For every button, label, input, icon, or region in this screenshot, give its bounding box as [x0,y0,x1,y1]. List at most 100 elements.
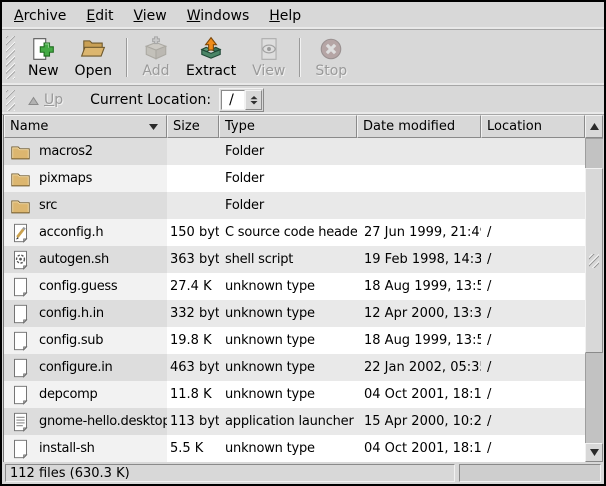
combo-dropdown-button[interactable] [245,90,262,110]
archive-manager-window: Archive Edit View Windows Help New Open … [0,0,606,486]
file-size: 463 bytes [167,354,219,381]
file-location [481,192,585,219]
file-size [167,165,219,192]
stop-button: Stop [307,32,355,83]
menu-item-archive[interactable]: Archive [4,5,76,27]
up-button-label: Up [44,92,63,108]
status-progress-area [459,464,601,482]
file-date-modified: 04 Oct 2001, 18:12 [357,435,481,462]
location-combo-entry[interactable]: / [221,90,245,110]
view-button-label: View [252,63,285,79]
file-size [167,192,219,219]
new-button[interactable]: New [20,32,67,83]
file-type: Folder [219,138,357,165]
file-size: 332 bytes [167,300,219,327]
new-button-label: New [28,63,59,79]
file-location [481,138,585,165]
table-row[interactable]: config.sub 19.8 K unknown type 18 Aug 19… [4,327,585,354]
file-date-modified [357,138,481,165]
file-type: shell script [219,246,357,273]
file-location: / [481,354,585,381]
table-row[interactable]: config.guess 27.4 K unknown type 18 Aug … [4,273,585,300]
file-list: macros2 Folder pixmaps Folder src Folder… [4,138,585,462]
file-location: / [481,408,585,435]
file-date-modified [357,192,481,219]
file-location: / [481,246,585,273]
stop-button-label: Stop [315,63,347,79]
column-header-name[interactable]: Name [4,115,167,138]
file-location: / [481,381,585,408]
table-row[interactable]: macros2 Folder [4,138,585,165]
up-arrow-icon [27,95,40,106]
file-location: / [481,435,585,462]
scroll-up-button[interactable] [585,115,603,138]
file-date-modified: 19 Feb 1998, 14:31 [357,246,481,273]
column-header-type-label: Type [225,119,255,134]
open-button[interactable]: Open [67,32,120,83]
table-row[interactable]: pixmaps Folder [4,165,585,192]
table-header: Name Size Type Date modified Location [4,115,585,138]
scrollbar-trough[interactable] [585,138,603,443]
current-location-label: Current Location: [90,92,211,108]
location-bar: Up Current Location: / [2,86,604,115]
menu-item-view[interactable]: View [124,5,177,27]
extract-button[interactable]: Extract [178,32,244,83]
table-row[interactable]: config.h.in 332 bytes unknown type 12 Ap… [4,300,585,327]
file-icon [9,141,32,163]
table-row[interactable]: configure.in 463 bytes unknown type 22 J… [4,354,585,381]
file-name: macros2 [39,144,93,159]
location-bar-grip[interactable] [6,90,15,111]
menu-item-windows[interactable]: Windows [177,5,260,27]
file-icon [9,357,32,379]
file-type: unknown type [219,273,357,300]
scrollbar-thumb[interactable] [585,168,603,353]
vertical-scrollbar [585,115,603,462]
file-name: install-sh [39,441,95,456]
scroll-down-button[interactable] [585,443,603,462]
file-date-modified [357,165,481,192]
add-package-icon [143,36,169,62]
file-size: 150 bytes [167,219,219,246]
column-header-location[interactable]: Location [481,115,585,138]
file-date-modified: 27 Jun 1999, 21:49 [357,219,481,246]
file-icon [9,168,32,190]
column-header-date-modified[interactable]: Date modified [357,115,481,138]
file-size: 11.8 K [167,381,219,408]
status-message: 112 files (630.3 K) [5,464,455,482]
extract-box-icon [198,36,224,62]
file-location: / [481,219,585,246]
table-row[interactable]: autogen.sh 363 bytes shell script 19 Feb… [4,246,585,273]
toolbar: New Open Add Extract View Stop [2,30,604,86]
file-icon [9,249,32,271]
table-row[interactable]: acconfig.h 150 bytes C source code heade… [4,219,585,246]
file-size: 27.4 K [167,273,219,300]
file-name: acconfig.h [39,225,103,240]
combo-arrow-icon [250,96,258,105]
column-header-size[interactable]: Size [167,115,219,138]
file-name: pixmaps [39,171,92,186]
sort-indicator-icon [149,124,158,130]
file-list-area: Name Size Type Date modified Location [3,115,603,462]
extract-button-label: Extract [186,63,236,79]
file-icon [9,303,32,325]
file-icon [9,276,32,298]
file-date-modified: 04 Oct 2001, 18:12 [357,381,481,408]
table-row[interactable]: install-sh 5.5 K unknown type 04 Oct 200… [4,435,585,462]
file-icon [9,384,32,406]
scroll-up-arrow-icon [590,123,599,130]
column-header-type[interactable]: Type [219,115,357,138]
menu-item-edit[interactable]: Edit [76,5,123,27]
file-type: unknown type [219,354,357,381]
toolbar-grip[interactable] [6,36,15,79]
file-name: autogen.sh [39,252,109,267]
file-location: / [481,300,585,327]
menu-item-help[interactable]: Help [259,5,311,27]
file-type: Folder [219,165,357,192]
location-combo: / [219,88,264,112]
table-row[interactable]: src Folder [4,192,585,219]
file-name: config.h.in [39,306,104,321]
column-header-location-label: Location [487,119,542,134]
table-row[interactable]: depcomp 11.8 K unknown type 04 Oct 2001,… [4,381,585,408]
up-button: Up [20,90,70,110]
table-row[interactable]: gnome-hello.desktop 113 bytes applicatio… [4,408,585,435]
